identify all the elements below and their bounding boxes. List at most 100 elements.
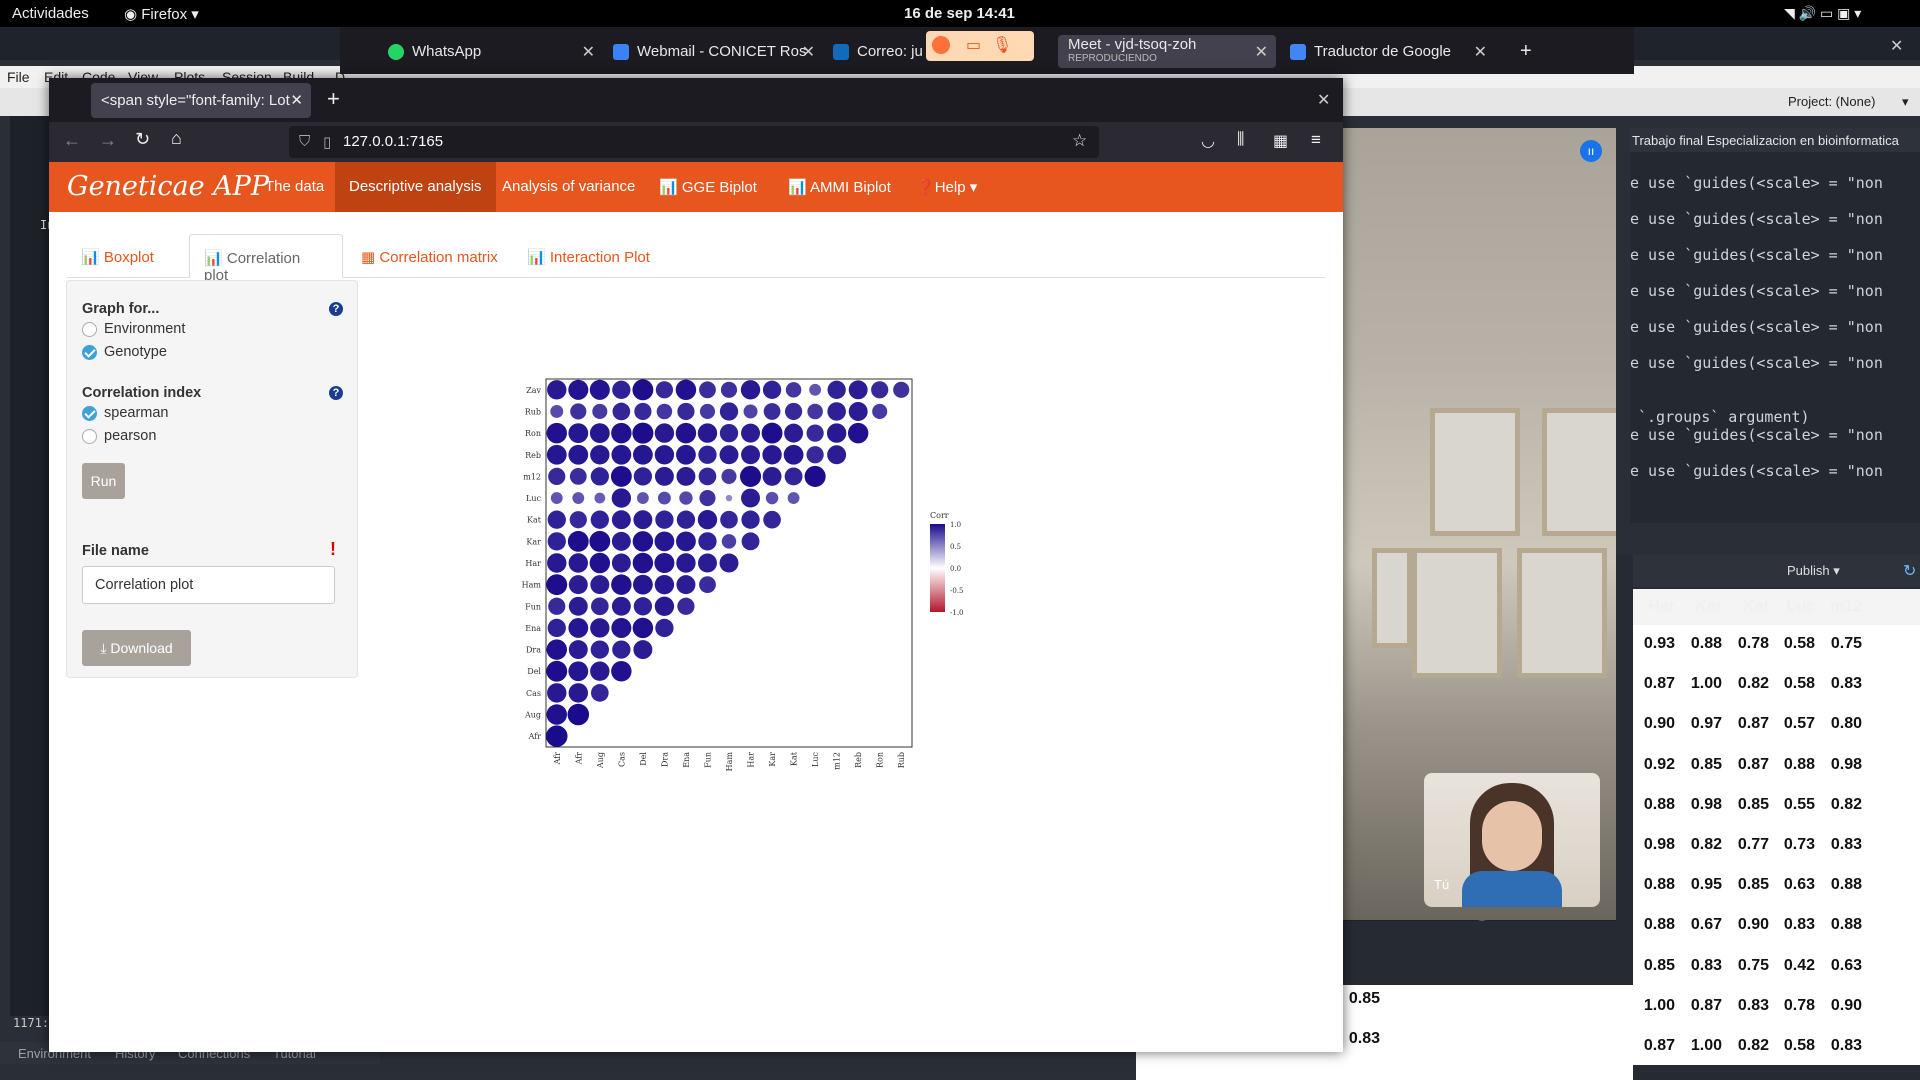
- close-icon[interactable]: ✕: [1255, 42, 1268, 62]
- nav-gge-biplot[interactable]: 📊 GGE Biplot: [649, 162, 757, 212]
- table-cell: 0.90: [1737, 916, 1769, 934]
- publish-button[interactable]: Publish ▾: [1787, 563, 1840, 579]
- corr-circle: [762, 445, 782, 465]
- corr-circle: [784, 467, 803, 486]
- rstudio-console: Trabajo final Especializacion en bioinfo…: [1630, 128, 1920, 523]
- nav-the-data[interactable]: The data: [255, 162, 334, 212]
- col-header: Kat: [1743, 598, 1769, 615]
- corr-circle: [592, 403, 608, 420]
- col-label: Ham: [725, 752, 734, 772]
- run-button[interactable]: Run: [82, 463, 125, 499]
- corr-circle: [720, 510, 738, 529]
- screen-share-indicator[interactable]: ▭ 🎙: [926, 31, 1034, 61]
- url-bar[interactable]: ⛉ ▯ 127.0.0.1:7165 ☆: [289, 126, 1099, 158]
- bookmark-star-icon[interactable]: ☆: [1072, 131, 1087, 151]
- close-window-icon[interactable]: ✕: [1317, 90, 1330, 110]
- nav-analysis-of-variance[interactable]: Analysis of variance: [492, 162, 645, 212]
- back-icon[interactable]: ←: [63, 130, 81, 151]
- nav-descriptive-analysis[interactable]: Descriptive analysis: [335, 162, 496, 212]
- corr-circle: [590, 684, 609, 702]
- tab-meet[interactable]: Meet - vjd-tsoq-zoh REPRODUCIENDO ✕: [1058, 35, 1276, 68]
- close-icon[interactable]: ✕: [802, 42, 815, 62]
- corr-circle: [611, 531, 631, 551]
- app-brand[interactable]: Geneticae APP: [67, 171, 269, 202]
- reload-icon[interactable]: ↻: [135, 129, 150, 150]
- tab-correlation-plot[interactable]: 📊 Correlation plot: [189, 234, 343, 284]
- meet-controls: ⓘ 👥 2 💬 ⚇: [1342, 920, 1616, 921]
- close-icon[interactable]: ✕: [582, 42, 595, 62]
- grid-icon[interactable]: ▦: [1273, 131, 1288, 151]
- tab-webmail[interactable]: Webmail - CONICET Rosa ✕: [603, 35, 823, 68]
- row-label: Ham: [522, 581, 542, 590]
- corr-circle: [589, 423, 610, 444]
- nav-ammi-biplot[interactable]: 📊 AMMI Biplot: [778, 162, 891, 212]
- activities-button[interactable]: Actividades: [12, 5, 89, 22]
- table-cell: 0.98: [1643, 836, 1675, 853]
- tab-whatsapp[interactable]: WhatsApp ✕: [378, 35, 603, 68]
- close-icon[interactable]: ✕: [290, 91, 303, 109]
- corr-circle: [611, 553, 631, 573]
- home-icon[interactable]: ⌂: [171, 128, 182, 149]
- wall-frame: [1412, 548, 1502, 678]
- corr-circle: [612, 380, 631, 399]
- new-tab-button[interactable]: +: [327, 86, 340, 112]
- radio-genotype[interactable]: Genotype: [82, 344, 167, 360]
- corr-circle: [568, 618, 589, 638]
- col-header: Luc: [1786, 598, 1815, 615]
- new-tab-button[interactable]: +: [1510, 35, 1532, 68]
- radio-spearman[interactable]: spearman: [82, 405, 168, 421]
- corr-circle: [568, 444, 589, 465]
- help-icon[interactable]: ?: [329, 302, 343, 316]
- menu-icon[interactable]: ≡: [1311, 130, 1321, 150]
- tab-translate[interactable]: Traductor de Google ✕: [1280, 35, 1495, 68]
- help-icon[interactable]: ?: [329, 386, 343, 400]
- translate-icon: [1290, 43, 1306, 60]
- corr-circle: [632, 444, 653, 465]
- nav-help[interactable]: ❓Help ▾: [906, 162, 977, 212]
- wall-frame: [1517, 548, 1607, 678]
- corr-circle: [654, 574, 675, 595]
- browser-navbar: ← → ↻ ⌂ ⛉ ▯ 127.0.0.1:7165 ☆ ◡ ⫼ ▦ ≡: [49, 122, 1343, 162]
- corr-circle: [871, 381, 889, 399]
- row-label: Har: [525, 559, 541, 568]
- firefox-icon: [932, 36, 950, 54]
- radio-environment[interactable]: Environment: [82, 321, 185, 337]
- corr-circle: [655, 510, 674, 529]
- tab-shiny-app[interactable]: <span style="font-family: Lot ✕: [91, 83, 311, 118]
- radio-circle: [82, 428, 97, 444]
- close-icon[interactable]: ✕: [1890, 36, 1903, 56]
- clock[interactable]: 16 de sep 14:41: [904, 5, 1015, 22]
- col-label: Reb: [854, 752, 863, 768]
- radio-pearson[interactable]: pearson: [82, 428, 156, 444]
- tab-boxplot[interactable]: 📊 Boxplot: [67, 234, 168, 278]
- self-view[interactable]: Tú: [1424, 773, 1600, 907]
- file-name-input[interactable]: Correlation plot: [82, 566, 335, 604]
- system-status-icons[interactable]: ◥ 🔊 ▭ ▣ ▾: [1784, 5, 1861, 22]
- corr-circle: [632, 552, 654, 574]
- project-selector[interactable]: Project: (None) ▾: [1640, 88, 1920, 116]
- table-cell: 0.82: [1737, 675, 1769, 693]
- refresh-icon[interactable]: ↻: [1903, 561, 1916, 581]
- corr-circle: [721, 468, 737, 484]
- download-button[interactable]: ⤓ Download: [82, 630, 191, 666]
- corr-circle: [654, 552, 675, 574]
- console-line: `.groups` argument): [1638, 408, 1810, 426]
- library-icon[interactable]: ⫼: [1237, 131, 1244, 149]
- corr-circle: [550, 405, 564, 418]
- forward-icon[interactable]: →: [99, 130, 117, 151]
- corr-circle: [611, 574, 632, 595]
- corr-circle: [548, 597, 566, 615]
- close-icon[interactable]: ✕: [1474, 42, 1487, 62]
- meet-video-panel: ıı Tú ⓘ 👥 2 💬 ⚇: [1342, 128, 1616, 921]
- corr-circle: [546, 660, 568, 682]
- col-label: Afr: [553, 752, 562, 766]
- tab-correlation-matrix[interactable]: ▦ Correlation matrix: [347, 234, 498, 278]
- corr-circle: [546, 574, 568, 596]
- menu-file[interactable]: File: [7, 69, 30, 85]
- row-label: Afr: [528, 732, 542, 741]
- pocket-icon[interactable]: ◡: [1201, 131, 1215, 151]
- console-header: Trabajo final Especializacion en bioinfo…: [1630, 128, 1920, 152]
- tab-interaction-plot[interactable]: 📊 Interaction Plot: [513, 234, 650, 278]
- app-menu[interactable]: ◉ Firefox ▾: [124, 5, 199, 23]
- corr-circle: [807, 403, 823, 420]
